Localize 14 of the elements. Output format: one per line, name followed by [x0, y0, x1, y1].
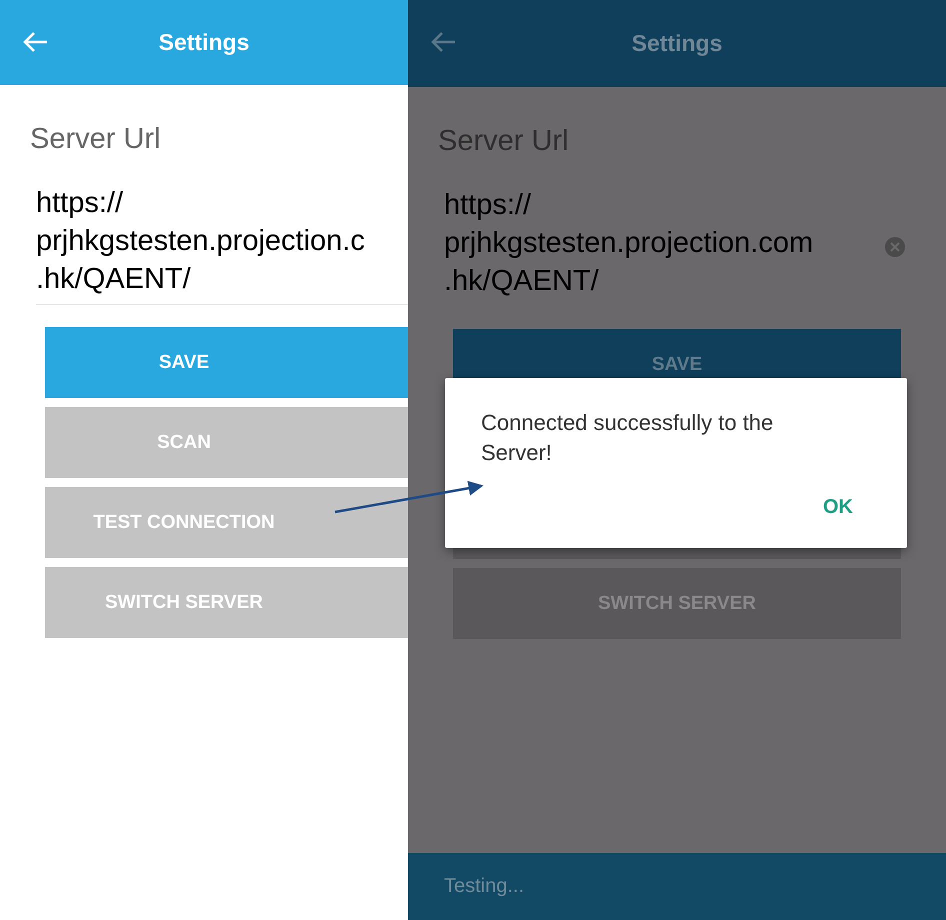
action-button[interactable]: SAVE	[45, 327, 408, 398]
action-button[interactable]: SCAN	[45, 407, 408, 478]
action-button[interactable]: SWITCH SERVER	[45, 567, 408, 638]
field-label: Server Url	[30, 123, 162, 156]
action-button[interactable]: TEST CONNECTION	[45, 487, 408, 558]
screen-title: Settings	[158, 29, 250, 56]
ok-button[interactable]: OK	[819, 492, 857, 523]
clear-icon[interactable]	[884, 236, 906, 258]
status-bar: Testing...	[408, 853, 946, 920]
back-arrow-icon[interactable]	[430, 31, 456, 53]
url-field[interactable]: https:// prjhkgstesten.projection.com .hk/QAENT/	[444, 186, 870, 307]
field-label: Server Url	[438, 125, 570, 158]
screen-title: Settings	[632, 30, 722, 57]
dialog-message: Connected successfully to the Server!	[481, 409, 774, 467]
